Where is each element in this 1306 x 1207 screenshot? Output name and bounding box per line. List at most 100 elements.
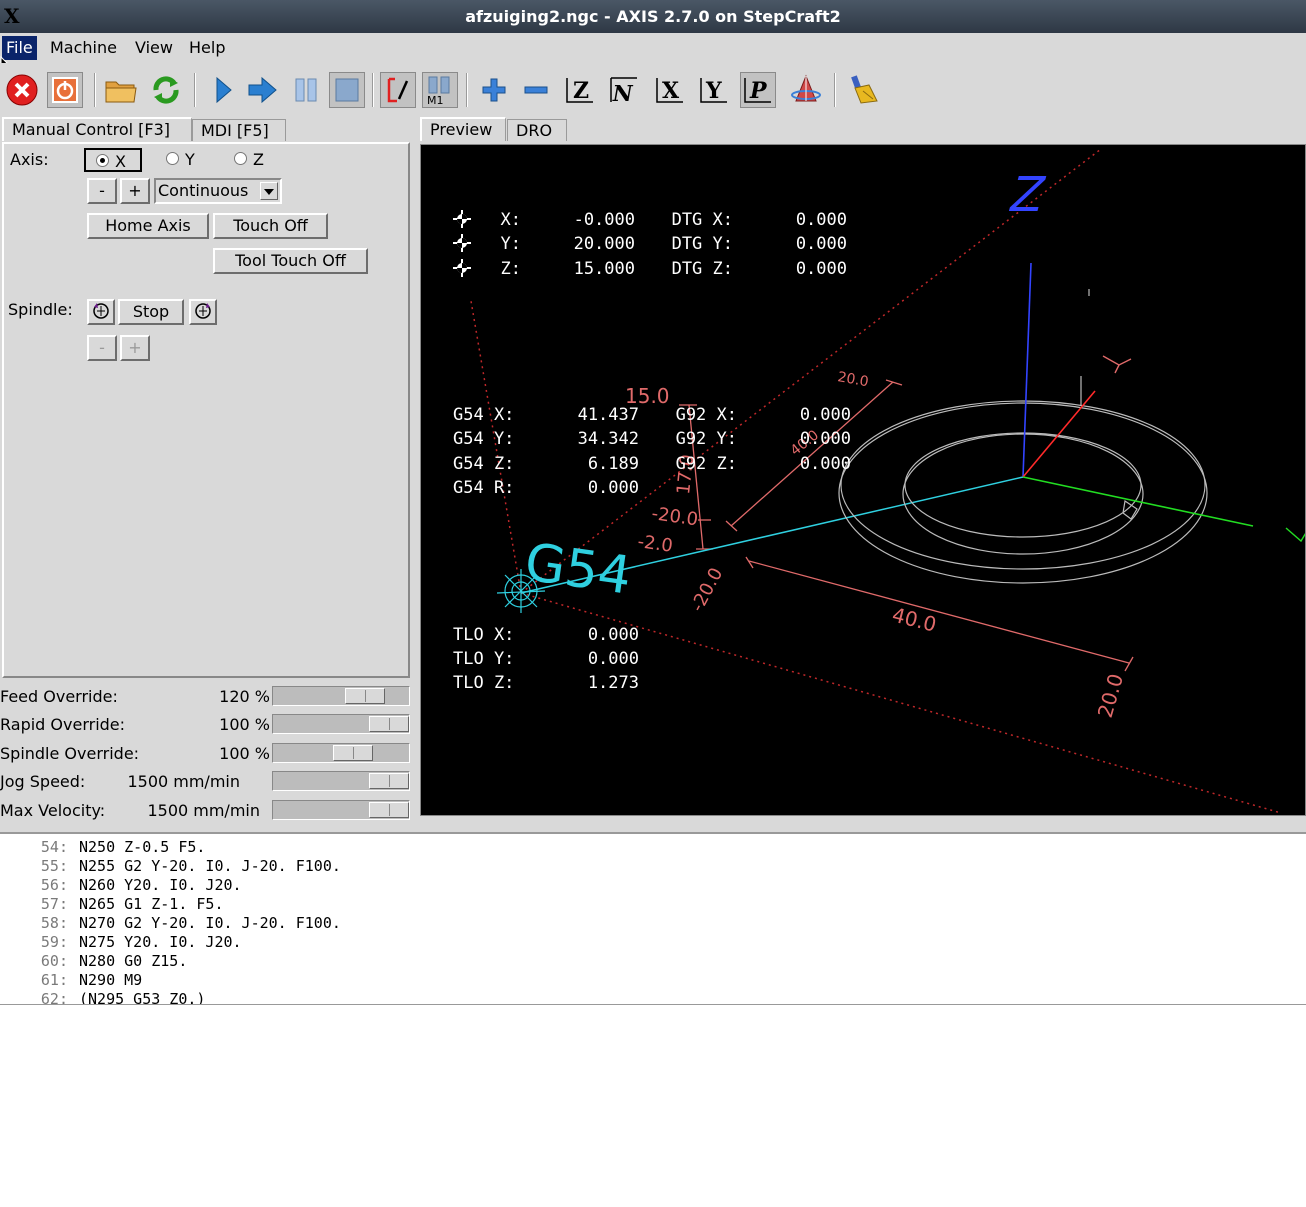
override-slider[interactable] — [272, 800, 410, 820]
dro-g54-label: G54 R: — [453, 478, 515, 499]
override-label: Spindle Override: — [0, 744, 140, 763]
code-line[interactable]: 61: N290 M9 — [0, 971, 142, 990]
run-icon[interactable] — [205, 72, 241, 108]
optional-stop-icon[interactable]: M1 — [422, 72, 458, 108]
dro-g54-value: 0.000 — [587, 478, 639, 499]
jog-plus-button[interactable]: + — [120, 178, 150, 204]
touch-off-button[interactable]: Touch Off — [213, 213, 328, 239]
tab-dro[interactable]: DRO — [507, 119, 567, 141]
view-x-icon[interactable]: X — [652, 72, 688, 108]
dro-tlo-row: TLO Z: 1.273 — [453, 671, 851, 695]
code-line[interactable]: 58: N270 G2 Y-20. I0. J-20. F100. — [0, 914, 341, 933]
dro-dtg-label: DTG X: — [671, 209, 733, 230]
dro-offset-row: G54 Z: 6.189 G92 Z: 0.000 — [453, 452, 851, 476]
menu-bar: File Machine View Help — [0, 33, 1306, 63]
menu-help[interactable]: Help — [185, 36, 229, 60]
axis-radio-x[interactable]: X — [84, 148, 142, 172]
step-icon[interactable] — [245, 72, 281, 108]
dro-overlay: X: -0.000 DTG X: 0.000 Y: 20.000 DTG Y: 0.000 Z:… — [453, 159, 851, 745]
dro-g92-label: G92 X: — [675, 405, 737, 425]
reload-icon[interactable] — [148, 72, 184, 108]
gcode-text: N280 G0 Z15. — [79, 952, 188, 970]
menu-view[interactable]: View — [131, 36, 177, 60]
z-axis-line — [1022, 262, 1032, 478]
code-line[interactable]: 60: N280 G0 Z15. — [0, 952, 187, 971]
gcode-text: N265 G1 Z-1. F5. — [79, 895, 224, 913]
override-slider[interactable] — [272, 686, 410, 706]
homed-icon — [453, 258, 471, 279]
zoom-out-icon[interactable] — [518, 72, 554, 108]
code-line[interactable]: 56: N260 Y20. I0. J20. — [0, 876, 242, 895]
dro-axis-value: 15.000 — [573, 258, 635, 279]
zoom-in-icon[interactable] — [476, 72, 512, 108]
tool-touch-off-button[interactable]: Tool Touch Off — [213, 248, 368, 274]
jog-increment-value: Continuous — [158, 181, 249, 200]
override-slider[interactable] — [272, 714, 410, 734]
clear-plot-icon[interactable] — [846, 72, 882, 108]
toolbar-separator — [194, 73, 196, 107]
dro-position-row: X: -0.000 DTG X: 0.000 — [453, 208, 851, 232]
axis-radio-y[interactable]: Y — [166, 148, 195, 172]
jog-minus-button[interactable]: - — [87, 178, 117, 204]
toolpath — [838, 289, 1208, 584]
slider-handle[interactable] — [369, 773, 409, 789]
view-z-icon[interactable]: Z — [562, 72, 598, 108]
svg-text:Z: Z — [573, 78, 589, 104]
code-line[interactable]: 57: N265 G1 Z-1. F5. — [0, 895, 224, 914]
tab-preview[interactable]: Preview — [420, 117, 506, 141]
dro-axis-label: X: — [500, 209, 521, 230]
gcode-listing[interactable]: 54: N250 Z-0.5 F5. 55: N255 G2 Y-20. I0. J-… — [0, 832, 1306, 1008]
svg-text:X: X — [662, 78, 680, 104]
axis-radio-z[interactable]: Z — [234, 148, 264, 172]
code-line[interactable]: 54: N250 Z-0.5 F5. — [0, 838, 206, 857]
code-line[interactable]: 55: N255 G2 Y-20. I0. J-20. F100. — [0, 857, 341, 876]
chevron-down-icon[interactable] — [260, 182, 278, 200]
dro-position-row: Z: 15.000 DTG Z: 0.000 — [453, 257, 851, 281]
view-p-icon[interactable]: P — [740, 72, 776, 108]
spindle-slower-button[interactable]: - — [87, 335, 117, 361]
dro-g92-label: G92 Z: — [675, 453, 737, 474]
home-axis-button[interactable]: Home Axis — [87, 213, 209, 239]
gcode-text: N290 M9 — [79, 971, 143, 989]
block-delete-icon[interactable] — [380, 72, 416, 108]
code-line[interactable]: 59: N275 Y20. I0. J20. — [0, 933, 242, 952]
rotate-icon[interactable] — [788, 72, 824, 108]
dro-dtg-value: 0.000 — [795, 234, 847, 255]
dro-g54-label: G54 Z: — [453, 453, 515, 474]
slider-handle[interactable] — [333, 745, 373, 761]
dro-tlo-label: TLO Z: — [453, 673, 515, 694]
override-value: 120 % — [219, 687, 270, 706]
override-slider[interactable] — [272, 771, 410, 791]
gcode-text: N275 Y20. I0. J20. — [79, 933, 242, 951]
svg-text:P: P — [749, 78, 768, 104]
slider-handle[interactable] — [369, 802, 409, 818]
estop-icon[interactable] — [4, 72, 40, 108]
menu-machine[interactable]: Machine — [46, 36, 121, 60]
dro-g54-label: G54 X: — [453, 405, 515, 425]
dro-dtg-value: 0.000 — [795, 209, 847, 230]
preview-canvas[interactable]: 20.0 40.0 15.0 17.0 -20.0 -2.0 -20.0 40.… — [420, 144, 1306, 816]
radio-icon — [234, 152, 247, 165]
view-z2-icon[interactable]: N — [606, 72, 642, 108]
open-file-icon[interactable] — [103, 72, 139, 108]
spindle-ccw-button[interactable] — [87, 299, 115, 325]
dro-tlo-row: TLO X: 0.000 — [453, 623, 851, 647]
spindle-stop-button[interactable]: Stop — [118, 299, 184, 325]
spindle-cw-button[interactable] — [189, 299, 217, 325]
override-slider[interactable] — [272, 743, 410, 763]
tab-manual-control[interactable]: Manual Control [F3] — [2, 117, 192, 141]
slider-handle[interactable] — [345, 688, 385, 704]
pause-icon[interactable] — [288, 72, 324, 108]
stop-icon[interactable] — [329, 72, 365, 108]
tab-mdi[interactable]: MDI [F5] — [192, 119, 286, 141]
view-y-icon[interactable]: Y — [696, 72, 732, 108]
spindle-faster-button[interactable]: + — [120, 335, 150, 361]
svg-text:Y: Y — [705, 78, 722, 104]
power-icon[interactable] — [47, 72, 83, 108]
slider-handle[interactable] — [369, 716, 409, 732]
line-number: 57: — [40, 895, 68, 913]
line-number: 58: — [40, 914, 68, 932]
window-title: afzuiging2.ngc - AXIS 2.7.0 on StepCraft… — [465, 7, 841, 26]
override-row: Spindle Override: 100 % — [0, 739, 418, 767]
jog-increment-select[interactable]: Continuous — [154, 178, 282, 204]
